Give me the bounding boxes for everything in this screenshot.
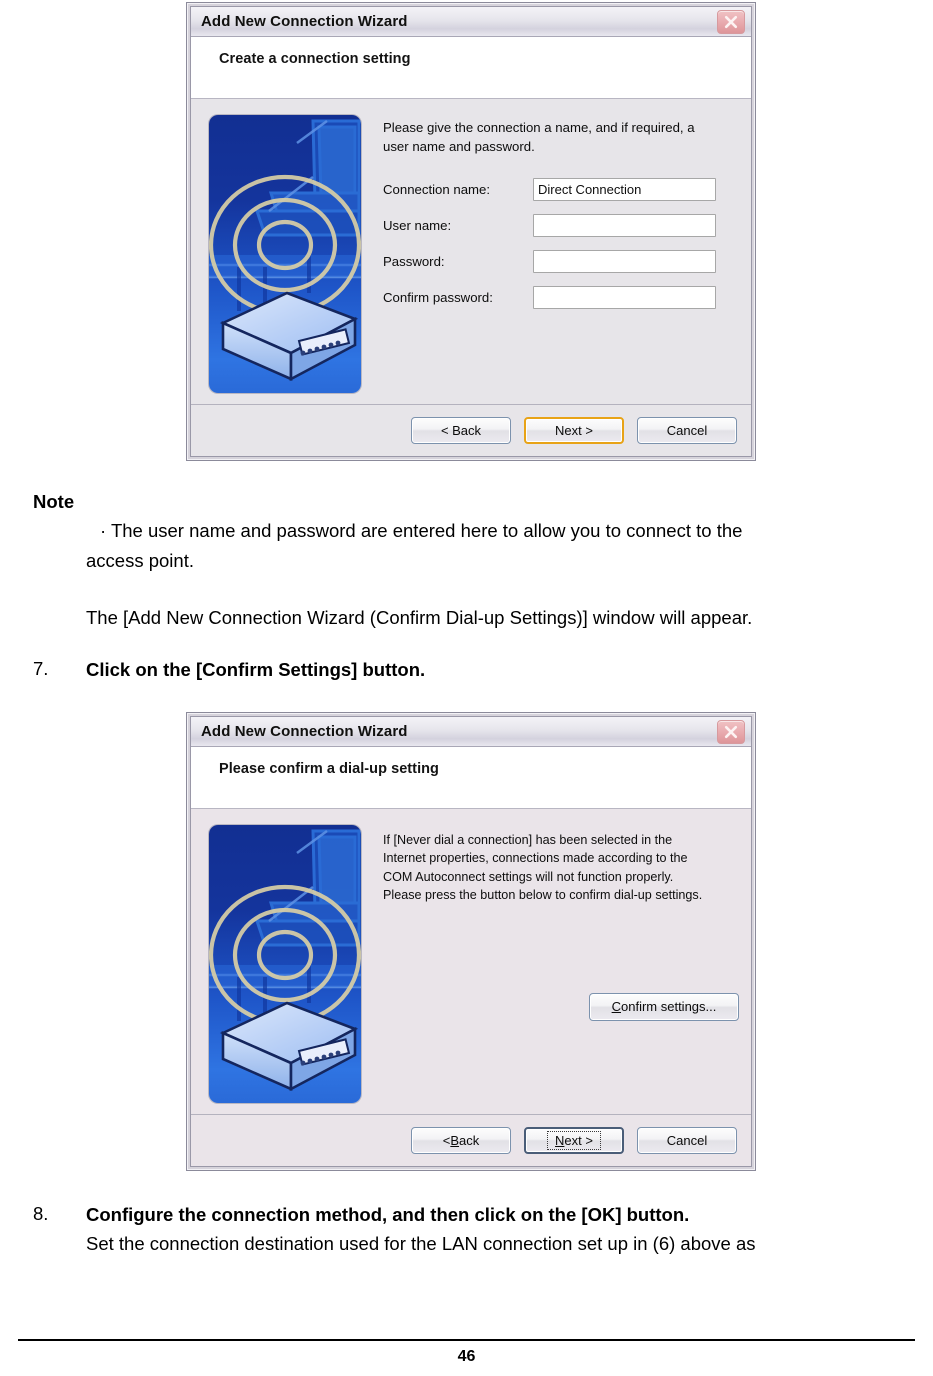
dialog-2-message-column: If [Never dial a connection] has been se… bbox=[361, 825, 751, 1114]
close-icon[interactable] bbox=[717, 9, 745, 34]
dialog-2-body: If [Never dial a connection] has been se… bbox=[191, 809, 751, 1114]
cancel-button[interactable]: Cancel bbox=[637, 1127, 737, 1154]
next-button-mnemonic: N bbox=[555, 1133, 565, 1148]
close-icon[interactable] bbox=[717, 719, 745, 744]
page-number: 46 bbox=[457, 1348, 476, 1365]
confirm-password-input[interactable] bbox=[533, 286, 716, 310]
dialog-1-title: Add New Connection Wizard bbox=[201, 13, 408, 30]
user-name-row: User name: bbox=[383, 214, 751, 238]
dialog-1-button-bar: < Back Next > Cancel bbox=[191, 404, 751, 456]
message-line-4: Please press the button below to confirm… bbox=[383, 888, 703, 903]
step-7-text: Click on the [Confirm Settings] button. bbox=[86, 659, 426, 680]
confirm-settings-label: onfirm settings... bbox=[621, 999, 717, 1014]
connection-name-row: Connection name: Direct Connection bbox=[383, 178, 751, 202]
dialog-2-titlebar[interactable]: Add New Connection Wizard bbox=[191, 717, 751, 747]
user-name-label: User name: bbox=[383, 218, 452, 234]
back-button-prefix: < bbox=[442, 1133, 451, 1148]
note-bullet-line-1: · The user name and password are entered… bbox=[100, 520, 743, 541]
back-button-mnemonic: B bbox=[450, 1133, 460, 1148]
result-sentence: The [Add New Connection Wizard (Confirm … bbox=[86, 607, 753, 628]
connection-name-input[interactable]: Direct Connection bbox=[533, 178, 716, 202]
note-bullet-line-2: access point. bbox=[86, 550, 194, 571]
back-button-label: ack bbox=[459, 1133, 480, 1148]
dialog-2-button-bar: < Back Next > Cancel bbox=[191, 1114, 751, 1166]
back-button[interactable]: < Back bbox=[411, 1127, 511, 1154]
password-input[interactable] bbox=[533, 250, 716, 274]
cancel-button[interactable]: Cancel bbox=[637, 417, 737, 444]
connection-name-label: Connection name: bbox=[383, 182, 491, 198]
note-heading: Note bbox=[33, 491, 75, 512]
confirm-settings-mnemonic: C bbox=[611, 999, 621, 1014]
confirm-settings-row: Confirm settings... bbox=[383, 992, 751, 1021]
user-name-input[interactable] bbox=[533, 214, 716, 238]
wireless-network-illustration bbox=[209, 115, 361, 393]
dialog-1-header-title: Create a connection setting bbox=[219, 51, 411, 67]
add-new-connection-wizard-dialog-2[interactable]: Add New Connection Wizard Please confirm… bbox=[186, 712, 756, 1171]
confirm-settings-button[interactable]: Confirm settings... bbox=[589, 992, 739, 1021]
confirm-password-label: Confirm password: bbox=[383, 290, 493, 306]
dialog-2-header-band: Please confirm a dial-up setting bbox=[191, 747, 751, 809]
password-label: Password: bbox=[383, 254, 445, 270]
confirm-password-row: Confirm password: bbox=[383, 286, 751, 310]
dialog-1-header-band: Create a connection setting bbox=[191, 37, 751, 99]
footer-divider bbox=[18, 1339, 915, 1341]
password-row: Password: bbox=[383, 250, 751, 274]
next-button-focus-rect: Next > bbox=[547, 1131, 601, 1150]
dialog-1-body: Please give the connection a name, and i… bbox=[191, 99, 751, 404]
step-8-detail: Set the connection destination used for … bbox=[86, 1233, 756, 1254]
dialog-1-form-column: Please give the connection a name, and i… bbox=[361, 115, 751, 404]
dialog-1-intro-text: Please give the connection a name, and i… bbox=[383, 120, 695, 154]
message-line-1: If [Never dial a connection] has been se… bbox=[383, 833, 673, 847]
wireless-network-illustration bbox=[209, 825, 361, 1103]
back-button[interactable]: < Back bbox=[411, 417, 511, 444]
message-line-2: Internet properties, connections made ac… bbox=[383, 851, 688, 866]
step-8-text: Configure the connection method, and the… bbox=[86, 1204, 690, 1225]
dialog-2-header-title: Please confirm a dial-up setting bbox=[219, 761, 439, 777]
add-new-connection-wizard-dialog-1[interactable]: Add New Connection Wizard Create a conne… bbox=[186, 2, 756, 461]
step-7-number: 7. bbox=[33, 658, 49, 679]
dialog-1-inner-frame: Add New Connection Wizard Create a conne… bbox=[190, 6, 752, 457]
next-button[interactable]: Next > bbox=[524, 1127, 624, 1154]
dialog-2-inner-frame: Add New Connection Wizard Please confirm… bbox=[190, 716, 752, 1167]
next-button-label: ext > bbox=[564, 1133, 593, 1148]
message-line-3: COM Autoconnect settings will not functi… bbox=[383, 869, 674, 884]
dialog-1-titlebar[interactable]: Add New Connection Wizard bbox=[191, 7, 751, 37]
dialog-2-title: Add New Connection Wizard bbox=[201, 723, 408, 740]
next-button[interactable]: Next > bbox=[524, 417, 624, 444]
step-8-number: 8. bbox=[33, 1203, 49, 1224]
